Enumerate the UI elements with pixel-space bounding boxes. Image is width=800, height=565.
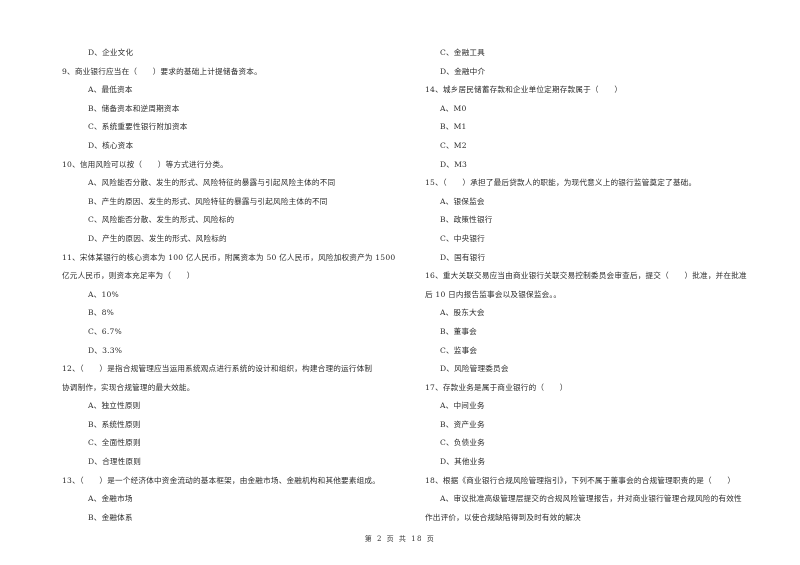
answer-option[interactable]: C、系统重要性银行附加资本 bbox=[62, 118, 402, 137]
answer-option[interactable]: A、中间业务 bbox=[425, 397, 775, 416]
question-text: 10、信用风险可以按（ ）等方式进行分类。 bbox=[62, 159, 228, 169]
answer-option[interactable]: D、其他业务 bbox=[425, 453, 775, 472]
answer-option[interactable]: D、企业文化 bbox=[62, 44, 402, 63]
right-column: C、金融工具 D、金融中介 14、城乡居民储蓄存款和企业单位定期存款属于（ ） A、M… bbox=[425, 44, 775, 527]
answer-option[interactable]: A、最低资本 bbox=[62, 81, 402, 100]
answer-option[interactable]: C、金融工具 bbox=[425, 44, 775, 63]
question-text-continued: 亿元人民币，则资本充足率为（ ） bbox=[62, 271, 195, 281]
answer-option[interactable]: C、6.7% bbox=[62, 323, 402, 342]
answer-option[interactable]: B、系统性原则 bbox=[62, 416, 402, 435]
answer-option[interactable]: B、金融体系 bbox=[62, 509, 402, 528]
answer-option[interactable]: D、国有银行 bbox=[425, 249, 775, 268]
answer-option[interactable]: D、风险管理委员会 bbox=[425, 360, 775, 379]
answer-option[interactable]: D、合理性原则 bbox=[62, 453, 402, 472]
exam-page: D、企业文化 9、商业银行应当在（ ）要求的基础上计提储备资本。 A、最低资本 B、储… bbox=[0, 0, 800, 565]
answer-option[interactable]: B、董事会 bbox=[425, 323, 775, 342]
answer-option[interactable]: D、3.3% bbox=[62, 342, 402, 361]
question-text: 18、根据《商业银行合规风险管理指引》，下列不属于董事会的合规管理职责的是（ ） bbox=[425, 475, 736, 485]
answer-option[interactable]: B、8% bbox=[62, 304, 402, 323]
answer-option[interactable]: B、产生的原因、发生的形式、风险特征的暴露与引起风险主体的不同 bbox=[62, 193, 402, 212]
answer-option[interactable]: C、风险能否分散、发生的形式、风险标的 bbox=[62, 211, 402, 230]
question-text: 9、商业银行应当在（ ）要求的基础上计提储备资本。 bbox=[62, 66, 262, 76]
answer-option[interactable]: A、审议批准高级管理层提交的合规风险管理报告，并对商业银行管理合规风险的有效性 bbox=[425, 490, 775, 509]
answer-option[interactable]: C、监事会 bbox=[425, 342, 775, 361]
answer-option[interactable]: A、风险能否分散、发生的形式、风险特征的暴露与引起风险主体的不同 bbox=[62, 174, 402, 193]
answer-option[interactable]: C、中央银行 bbox=[425, 230, 775, 249]
answer-option[interactable]: A、10% bbox=[62, 286, 402, 305]
answer-option[interactable]: A、M0 bbox=[425, 100, 775, 119]
answer-option[interactable]: C、负债业务 bbox=[425, 434, 775, 453]
answer-option[interactable]: B、M1 bbox=[425, 118, 775, 137]
question-text: 16、重大关联交易应当由商业银行关联交易控制委员会审查后，提交（ ）批准，并在批… bbox=[425, 271, 747, 281]
left-column: D、企业文化 9、商业银行应当在（ ）要求的基础上计提储备资本。 A、最低资本 B、储… bbox=[62, 44, 402, 527]
answer-option[interactable]: D、M3 bbox=[425, 156, 775, 175]
answer-option[interactable]: A、银保监会 bbox=[425, 193, 775, 212]
question-text: 12、（ ）是指合规管理应当运用系统观点进行系统的设计和组织，构建合理的运行体制 bbox=[62, 364, 373, 374]
answer-option[interactable]: A、独立性原则 bbox=[62, 397, 402, 416]
answer-option[interactable]: D、产生的原因、发生的形式、风险标的 bbox=[62, 230, 402, 249]
question-text: 14、城乡居民储蓄存款和企业单位定期存款属于（ ） bbox=[425, 85, 623, 95]
question-text-continued: 后 10 日内报告监事会以及银保监会。。 bbox=[425, 289, 562, 299]
page-footer: 第 2 页 共 18 页 bbox=[364, 535, 436, 543]
answer-option[interactable]: C、全面性原则 bbox=[62, 434, 402, 453]
answer-option[interactable]: B、储备资本和逆周期资本 bbox=[62, 100, 402, 119]
answer-option[interactable]: C、M2 bbox=[425, 137, 775, 156]
answer-option[interactable]: B、政策性银行 bbox=[425, 211, 775, 230]
answer-option[interactable]: B、资产业务 bbox=[425, 416, 775, 435]
question-text-continued: 协调制作，实现合规管理的最大效能。 bbox=[62, 382, 195, 392]
question-text-continued: 作出评价，以使合规缺陷得到及时有效的解决 bbox=[425, 512, 581, 522]
answer-option[interactable]: D、金融中介 bbox=[425, 63, 775, 82]
question-text: 15、（ ）承担了最后贷款人的职能，为现代意义上的银行监管奠定了基础。 bbox=[425, 178, 697, 188]
answer-option[interactable]: A、股东大会 bbox=[425, 304, 775, 323]
answer-option[interactable]: A、金融市场 bbox=[62, 490, 402, 509]
question-text: 17、存款业务是属于商业银行的（ ） bbox=[425, 382, 568, 392]
question-text: 13、（ ）是一个经济体中资金流动的基本框架，由金融市场、金融机构和其他要素组成… bbox=[62, 475, 381, 485]
answer-option[interactable]: D、核心资本 bbox=[62, 137, 402, 156]
question-text: 11、宋体某银行的核心资本为 100 亿人民币，附属资本为 50 亿人民币，风险… bbox=[62, 252, 396, 262]
